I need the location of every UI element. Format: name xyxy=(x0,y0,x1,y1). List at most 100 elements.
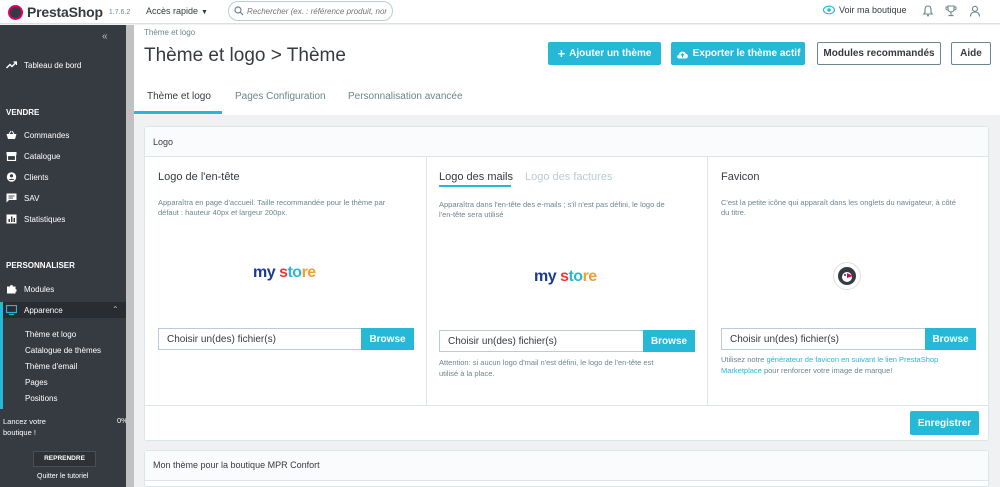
favicon-generator-link[interactable]: générateur de favicon en suivant le lien… xyxy=(766,355,938,364)
submenu-item-positions[interactable]: Positions xyxy=(25,394,57,403)
favicon-desc-line-1: C'est la petite icône qui apparaît dans … xyxy=(721,198,956,207)
panel-footer-divider xyxy=(145,405,988,406)
theme-panel: Mon thème pour la boutique MPR Confort xyxy=(144,450,989,487)
sidebar-item-sav[interactable]: SAV xyxy=(6,193,39,203)
active-tab-underline xyxy=(134,111,222,114)
account-circle-icon xyxy=(6,172,17,182)
page-header: Thème et logo Thème et logo > Thème + Ajo… xyxy=(134,25,1000,115)
submenu-item-theme-catalog[interactable]: Catalogue de thèmes xyxy=(25,346,101,355)
save-button[interactable]: Enregistrer xyxy=(910,411,979,435)
tab-theme-logo[interactable]: Thème et logo xyxy=(147,91,211,102)
sidebar-item-dashboard[interactable]: Tableau de bord xyxy=(6,60,81,70)
favicon-note-prefix: Utilisez notre xyxy=(721,355,767,364)
puzzle-icon xyxy=(7,285,17,294)
mail-logo-image: my store xyxy=(534,268,597,286)
submenu-item-theme-logo[interactable]: Thème et logo xyxy=(25,330,76,339)
puffin-icon xyxy=(8,4,23,20)
prestashop-logo[interactable]: PrestaShop 1.7.6.2 xyxy=(8,4,130,20)
header-logo-desc-line-2: défaut : hauteur 40px et largeur 200px. xyxy=(158,208,288,217)
mail-logo-tab-underline xyxy=(439,185,511,187)
mail-logo-desc-line-2: l'en-tête sera utilisé xyxy=(439,210,504,219)
submenu-item-email-theme[interactable]: Thème d'email xyxy=(25,362,77,371)
quick-access-label: Accès rapide xyxy=(146,6,199,16)
mail-logo-browse-button[interactable]: Browse xyxy=(643,330,695,352)
sidebar-item-appearance[interactable]: Apparence xyxy=(6,305,63,315)
header-logo-desc-line-1: Apparaîtra en page d'accueil. Taille rec… xyxy=(158,198,386,207)
panel-header: Logo xyxy=(145,127,988,157)
mail-logo-desc-line-1: Apparaîtra dans l'en-tête des e-mails ; … xyxy=(439,200,665,209)
section-header-customize: PERSONNALISER xyxy=(6,261,75,270)
search-input[interactable] xyxy=(247,6,387,16)
export-theme-button[interactable]: Exporter le thème actif xyxy=(671,42,805,65)
panel-title: Logo xyxy=(153,137,174,147)
version-label: 1.7.6.2 xyxy=(108,8,131,16)
export-theme-label: Exporter le thème actif xyxy=(692,48,801,59)
sidebar-item-stats[interactable]: Statistiques xyxy=(6,214,65,224)
plus-icon: + xyxy=(557,46,566,61)
sidebar-item-label: Modules xyxy=(24,284,55,294)
submenu-item-pages[interactable]: Pages xyxy=(25,378,48,387)
favicon-browse-button[interactable]: Browse xyxy=(925,328,976,350)
favicon-file-input[interactable]: Choisir un(des) fichier(s) xyxy=(721,328,926,350)
user-icon[interactable] xyxy=(969,5,981,17)
sidebar-item-label: Tableau de bord xyxy=(24,60,82,70)
collapse-sidebar-icon[interactable]: « xyxy=(102,31,108,42)
column-divider xyxy=(707,157,708,405)
cloud-upload-icon xyxy=(676,51,688,58)
mail-logo-note: Attention: si aucun logo d'mail n'est dé… xyxy=(439,357,653,379)
sidebar-item-catalog[interactable]: Catalogue xyxy=(6,151,60,161)
logo-text-part: my xyxy=(534,268,557,285)
brand-name: PrestaShop xyxy=(27,4,103,20)
header-logo-browse-button[interactable]: Browse xyxy=(361,328,414,350)
page-title: Thème et logo > Thème xyxy=(144,45,346,66)
onboarding-text: Lancez votre boutique ! xyxy=(3,416,46,438)
sidebar-item-label: Clients xyxy=(24,172,49,182)
logo-text-part: s xyxy=(275,264,288,281)
quit-tutorial-link[interactable]: Quitter le tutoriel xyxy=(37,473,88,480)
bell-icon[interactable] xyxy=(922,5,934,17)
chevron-up-icon[interactable]: ⌃ xyxy=(112,305,119,314)
search-box[interactable] xyxy=(228,1,393,21)
active-indicator xyxy=(0,302,3,409)
tab-advanced-customization[interactable]: Personnalisation avancée xyxy=(348,91,463,102)
basket-icon xyxy=(6,130,17,139)
logo-text-part: to xyxy=(287,264,302,281)
breadcrumb[interactable]: Thème et logo xyxy=(144,28,195,37)
add-theme-button[interactable]: + Ajouter un thème xyxy=(548,42,661,65)
favicon-title: Favicon xyxy=(721,171,760,183)
favicon-description: C'est la petite icône qui apparaît dans … xyxy=(721,198,956,218)
view-shop-link[interactable]: Voir ma boutique xyxy=(823,5,907,15)
tab-invoice-logo[interactable]: Logo des factures xyxy=(525,171,612,183)
sidebar-scrollbar[interactable] xyxy=(126,25,134,487)
header-logo-file-input[interactable]: Choisir un(des) fichier(s) xyxy=(158,328,362,350)
trophy-icon[interactable] xyxy=(945,5,957,17)
tab-pages-configuration[interactable]: Pages Configuration xyxy=(235,91,326,102)
quick-access-menu[interactable]: Accès rapide ▼ xyxy=(146,6,208,16)
mail-logo-file-input[interactable]: Choisir un(des) fichier(s) xyxy=(439,330,644,352)
mail-logo-note-line-2: utilisé à la place. xyxy=(439,369,495,378)
logo-text-part: re xyxy=(301,264,317,281)
trending-up-icon xyxy=(6,61,17,69)
marketplace-link[interactable]: Marketplace xyxy=(721,366,762,375)
panel-title: Mon thème pour la boutique MPR Confort xyxy=(153,460,320,470)
onboarding-line-1: Lancez votre xyxy=(3,417,46,426)
sidebar-item-label: Apparence xyxy=(24,305,63,315)
sidebar-item-customers[interactable]: Clients xyxy=(6,172,48,182)
recommended-modules-button[interactable]: Modules recommandés xyxy=(817,42,941,65)
sidebar: « Tableau de bord VENDRE Commandes Catal… xyxy=(0,25,128,487)
sidebar-item-label: Catalogue xyxy=(24,151,61,161)
sidebar-item-modules[interactable]: Modules xyxy=(6,284,54,294)
sidebar-item-orders[interactable]: Commandes xyxy=(6,130,69,140)
tab-mail-logo[interactable]: Logo des mails xyxy=(439,171,513,183)
header-logo-description: Apparaîtra en page d'accueil. Taille rec… xyxy=(158,198,385,218)
favicon-note-suffix: pour renforcer votre image de marque! xyxy=(761,366,893,375)
mail-logo-description: Apparaîtra dans l'en-tête des e-mails ; … xyxy=(439,200,665,220)
add-theme-label: Ajouter un thème xyxy=(569,48,652,59)
header-logo-title: Logo de l'en-tête xyxy=(158,171,240,183)
sidebar-item-label: Statistiques xyxy=(24,214,66,224)
section-header-sell: VENDRE xyxy=(6,108,40,117)
favicon-image xyxy=(833,262,861,290)
resume-button[interactable]: REPRENDRE xyxy=(33,451,96,467)
help-button[interactable]: Aide xyxy=(951,42,991,65)
bar-chart-icon xyxy=(6,214,17,224)
